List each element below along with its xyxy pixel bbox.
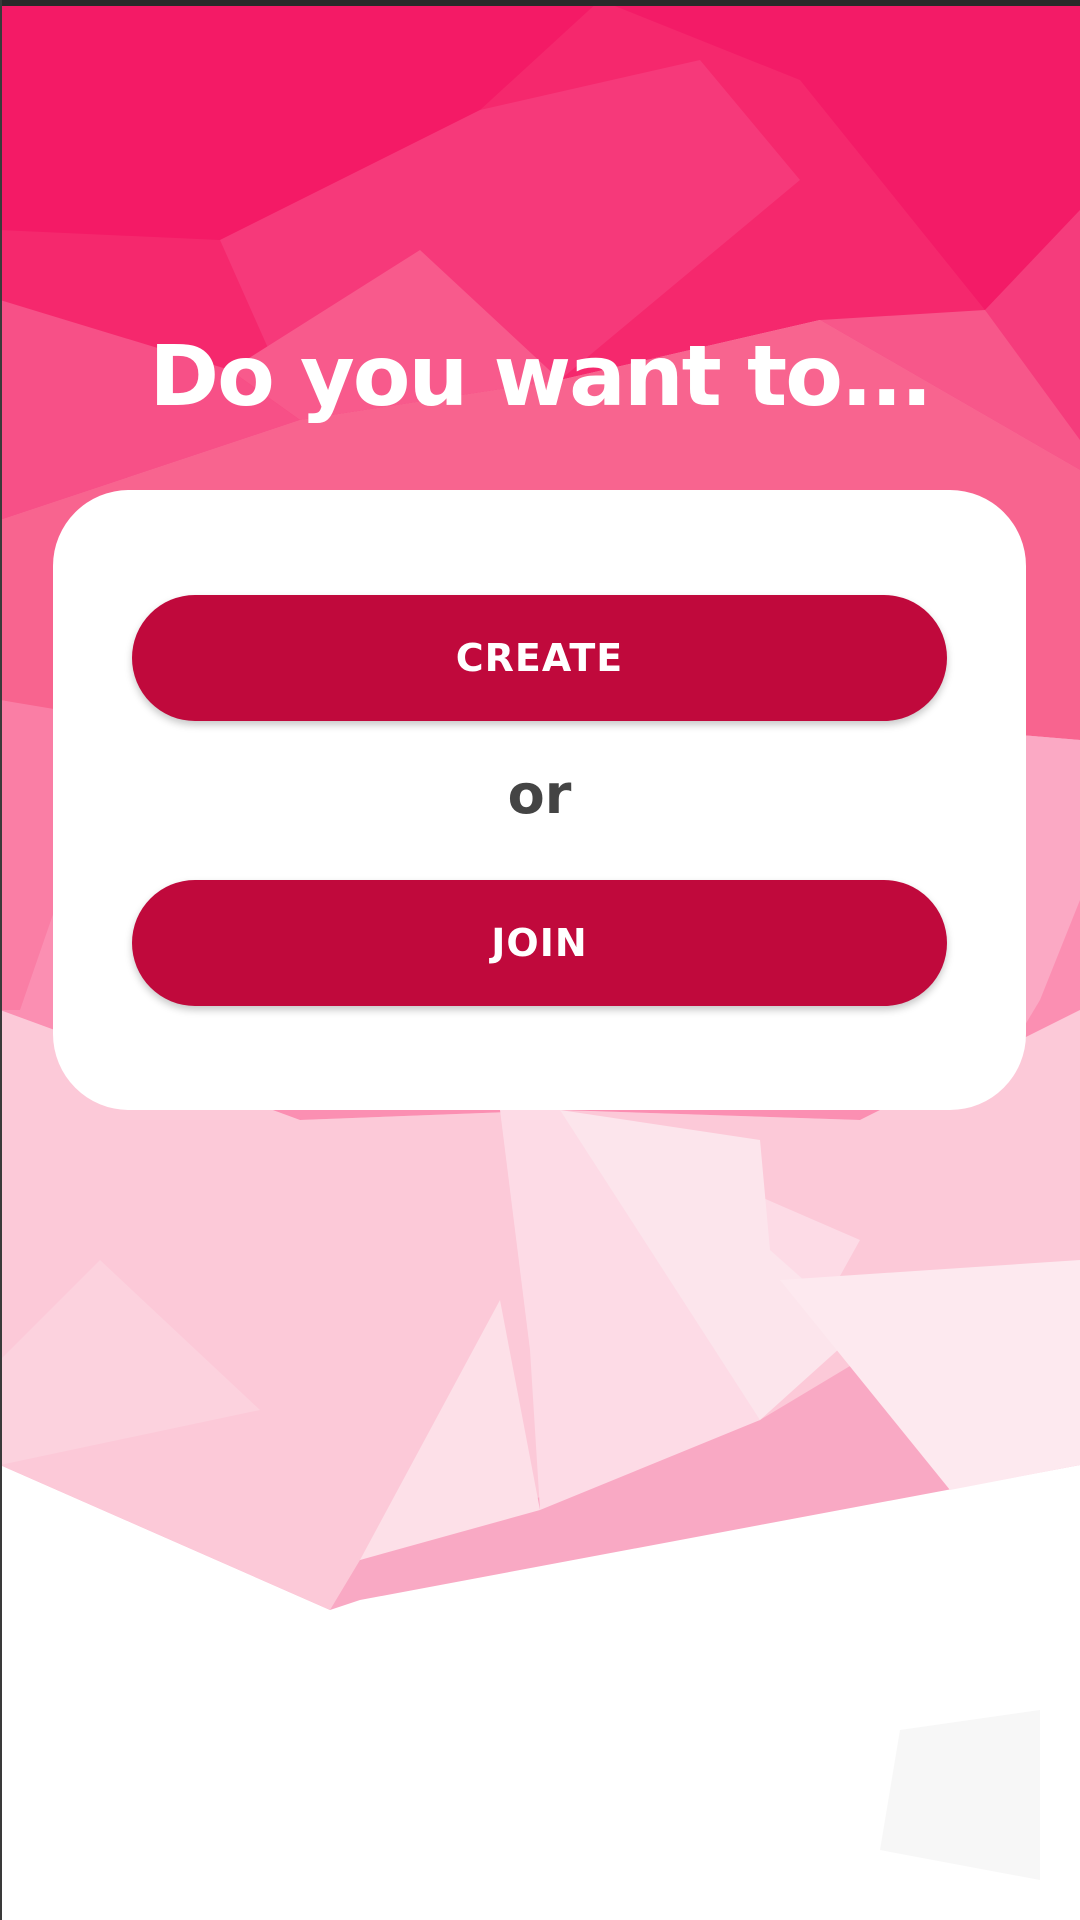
choice-screen: Do you want to... CREATE or JOIN (0, 0, 1080, 1920)
choice-card: CREATE or JOIN (53, 490, 1026, 1110)
or-separator: or (507, 763, 572, 826)
create-button[interactable]: CREATE (132, 595, 947, 721)
status-bar-strip (0, 0, 1080, 6)
page-title: Do you want to... (149, 327, 932, 426)
window-edge (0, 0, 2, 1920)
join-button[interactable]: JOIN (132, 880, 947, 1006)
